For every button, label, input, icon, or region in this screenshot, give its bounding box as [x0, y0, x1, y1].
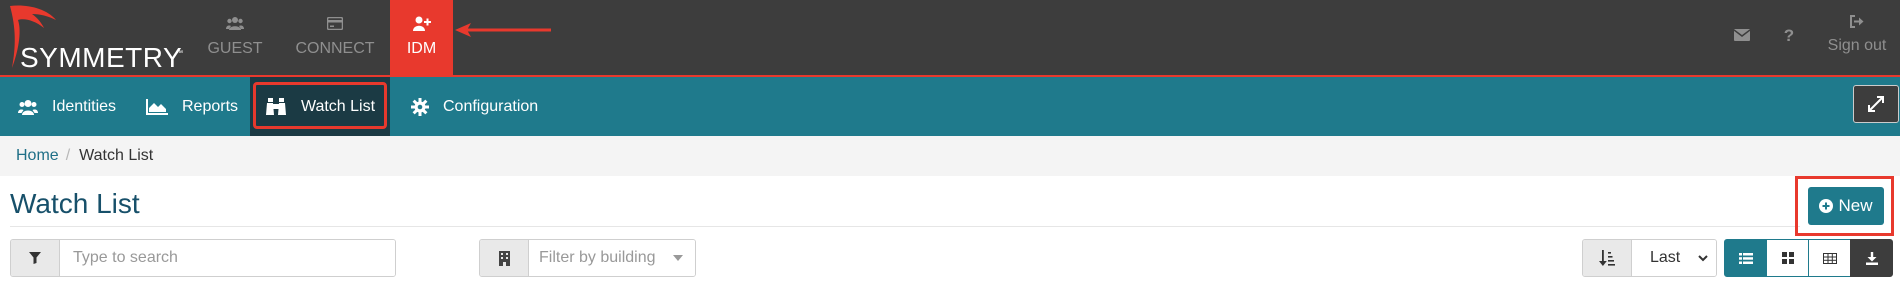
gear-icon — [411, 97, 429, 116]
breadcrumb-separator: / — [65, 147, 71, 164]
top-nav-guest[interactable]: GUEST — [200, 0, 270, 77]
view-toggle-group — [1724, 239, 1895, 277]
subnav-reports[interactable]: Reports — [146, 77, 238, 136]
users-icon — [226, 14, 244, 32]
subnav-watch-list[interactable]: Watch List — [250, 77, 390, 136]
search-input[interactable] — [60, 240, 395, 276]
subnav-identities[interactable]: Identities — [18, 77, 116, 136]
breadcrumb-current: Watch List — [79, 147, 154, 164]
page-title: Watch List — [10, 188, 140, 219]
building-select-placeholder: Filter by building — [539, 249, 656, 266]
filter-addon — [11, 240, 60, 276]
breadcrumb-home-link[interactable]: Home — [16, 147, 59, 165]
symmetry-logo[interactable]: SYMMETRY ™ — [4, 2, 184, 74]
signout-label: Sign out — [1827, 37, 1887, 54]
top-nav-idm-label: IDM — [406, 40, 437, 57]
top-nav-guest-label: GUEST — [207, 40, 263, 57]
subnav-configuration[interactable]: Configuration — [411, 77, 538, 136]
question-icon: ? — [1783, 26, 1795, 45]
tile-view-button[interactable] — [1766, 239, 1809, 277]
download-icon — [1865, 251, 1878, 265]
top-bar: SYMMETRY ™ GUEST CONNECT IDM ? Sign out — [0, 0, 1900, 77]
list-view-button[interactable] — [1724, 239, 1767, 277]
plus-circle-icon — [1819, 199, 1834, 213]
building-icon — [498, 250, 510, 266]
breadcrumb: Home / Watch List — [0, 136, 1900, 176]
new-button[interactable]: New — [1808, 187, 1884, 225]
grid-icon — [1781, 252, 1794, 264]
subnav-reports-label: Reports — [182, 97, 239, 115]
users-icon — [18, 99, 38, 115]
annotation-highlight-box — [253, 82, 387, 129]
sort-amount-icon — [1599, 250, 1615, 266]
top-nav-connect-label: CONNECT — [295, 40, 375, 57]
fullscreen-button[interactable] — [1853, 85, 1899, 123]
table-icon — [1822, 252, 1837, 264]
building-select[interactable]: Filter by building — [529, 240, 695, 276]
subnav-configuration-label: Configuration — [443, 97, 539, 115]
filter-icon — [29, 252, 41, 264]
building-addon — [480, 240, 529, 276]
caret-down-icon — [673, 255, 683, 261]
chevron-down-icon — [1698, 254, 1708, 261]
help-button[interactable]: ? — [1774, 0, 1804, 77]
annotation-arrow — [455, 23, 551, 37]
top-nav-connect[interactable]: CONNECT — [290, 0, 380, 77]
subnav-identities-label: Identities — [52, 97, 117, 115]
card-icon — [327, 14, 343, 32]
user-plus-icon — [412, 14, 431, 32]
search-group — [10, 239, 396, 277]
table-view-button[interactable] — [1808, 239, 1851, 277]
sort-group: Last — [1582, 239, 1717, 277]
top-nav-idm[interactable]: IDM — [390, 0, 453, 77]
title-divider — [10, 226, 1800, 227]
signout-button[interactable]: Sign out — [1822, 0, 1892, 77]
area-chart-icon — [146, 98, 168, 115]
download-button[interactable] — [1850, 239, 1893, 277]
sort-select-value: Last — [1650, 249, 1681, 266]
brand-name: SYMMETRY — [20, 42, 183, 73]
sign-out-icon — [1850, 15, 1864, 33]
mail-button[interactable] — [1727, 0, 1757, 77]
module-nav: Identities Reports Watch List Configurat… — [0, 77, 1900, 136]
sort-addon[interactable] — [1583, 240, 1632, 276]
building-filter-group: Filter by building — [479, 239, 696, 277]
envelope-icon — [1733, 28, 1751, 46]
sort-select[interactable]: Last — [1632, 240, 1716, 276]
new-button-label: New — [1838, 196, 1873, 215]
trademark: ™ — [176, 50, 183, 57]
list-icon — [1738, 252, 1753, 264]
expand-icon — [1868, 96, 1884, 112]
